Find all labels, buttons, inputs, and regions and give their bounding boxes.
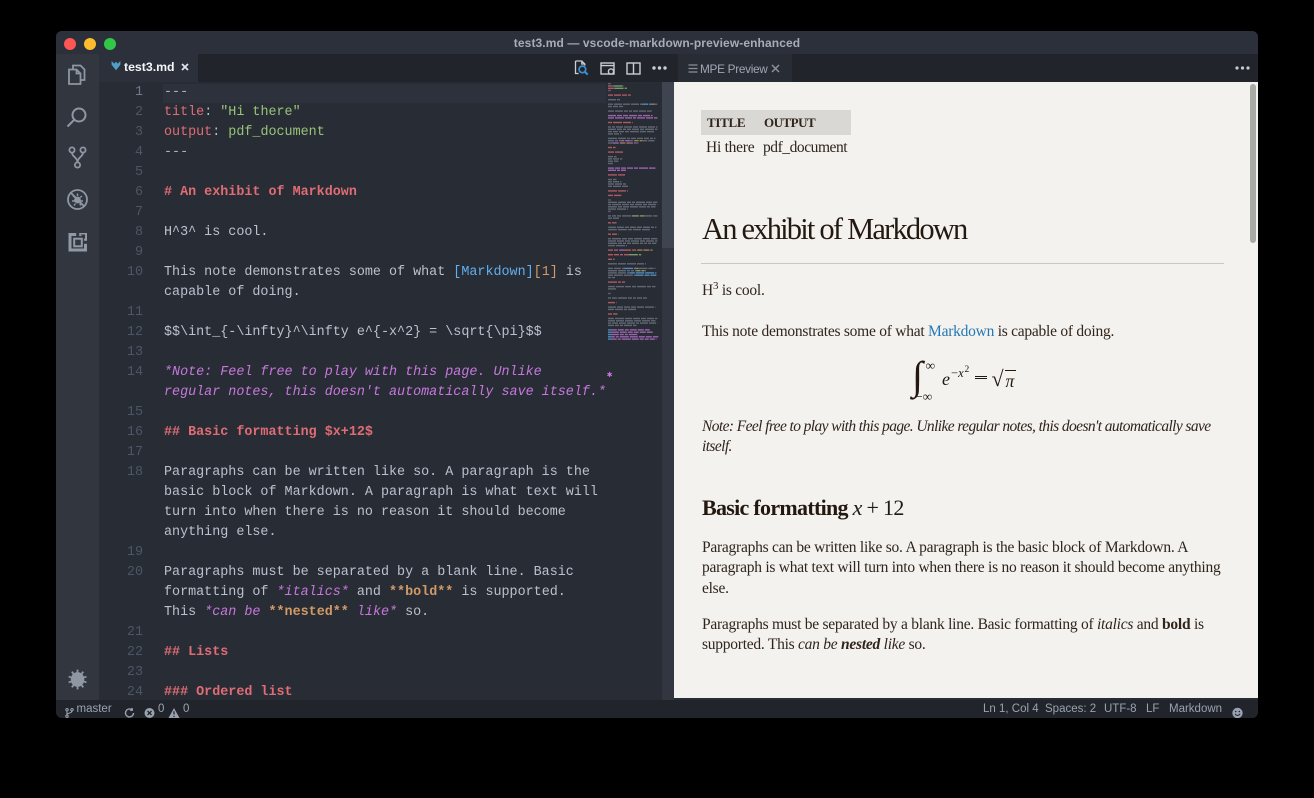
svg-text:✱: ✱: [607, 370, 613, 380]
